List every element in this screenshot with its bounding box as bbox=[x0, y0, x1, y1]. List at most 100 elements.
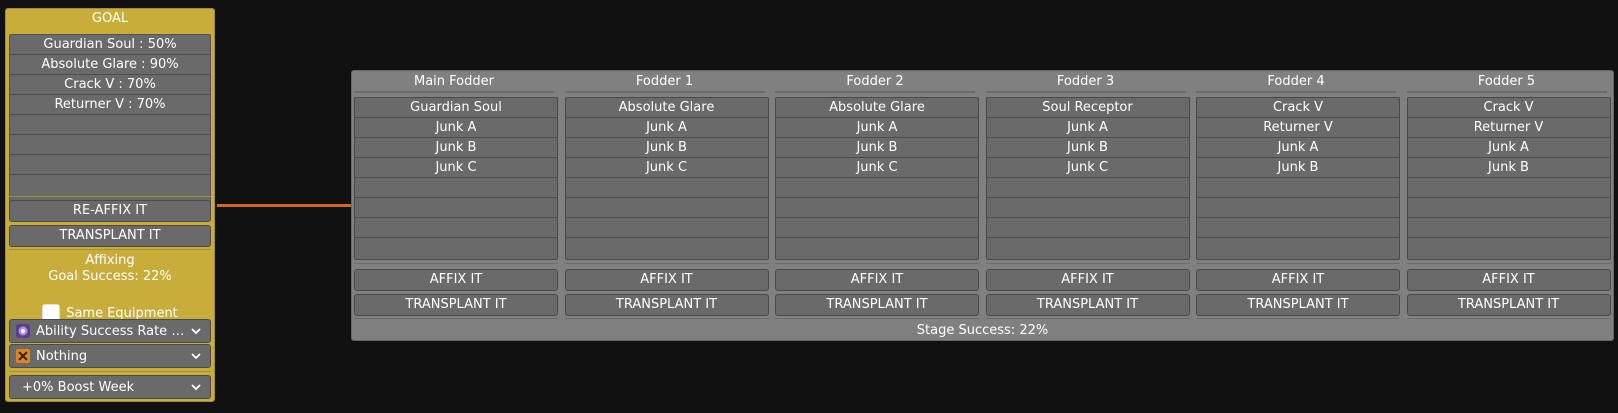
potential-item-value: Nothing bbox=[36, 348, 88, 364]
fodder-slot[interactable]: Junk C bbox=[776, 158, 978, 178]
boost-week-select[interactable]: +0% Boost Week bbox=[9, 375, 211, 399]
fodder-slot[interactable]: Junk B bbox=[776, 138, 978, 158]
divider bbox=[9, 196, 211, 197]
ability-item-select[interactable]: Ability Success Rate +... bbox=[9, 319, 211, 343]
fodder-slot[interactable] bbox=[1407, 178, 1610, 198]
transplant-button[interactable]: TRANSPLANT IT bbox=[354, 294, 558, 316]
fodder-slot[interactable]: Absolute Glare bbox=[776, 98, 978, 118]
divider bbox=[985, 263, 1190, 264]
fodder-slot[interactable]: Junk C bbox=[565, 158, 768, 178]
goal-success-label: Goal Success: 22% bbox=[48, 269, 172, 284]
chevron-down-icon bbox=[191, 353, 201, 360]
goal-slot[interactable]: Guardian Soul : 50% bbox=[10, 35, 210, 55]
divider bbox=[775, 91, 975, 93]
fodder-slot[interactable]: Returner V bbox=[1197, 118, 1399, 138]
fodder-slot[interactable] bbox=[986, 198, 1189, 218]
fodder-slot[interactable]: Junk A bbox=[1407, 138, 1610, 158]
fodder-panel: Main Fodder Guardian Soul Junk A Junk B Junk… bbox=[351, 70, 1614, 341]
fodder-slot[interactable] bbox=[986, 218, 1189, 238]
fodder-slot[interactable] bbox=[776, 178, 978, 198]
divider bbox=[354, 318, 558, 319]
chevron-down-icon bbox=[191, 328, 201, 335]
fodder-slot[interactable]: Crack V bbox=[1197, 98, 1399, 118]
transplant-button[interactable]: TRANSPLANT IT bbox=[564, 294, 769, 316]
mode-label: Affixing bbox=[85, 253, 135, 268]
transplant-button[interactable]: TRANSPLANT IT bbox=[775, 294, 979, 316]
transplant-button[interactable]: TRANSPLANT IT bbox=[1406, 294, 1611, 316]
fodder-header: Fodder 5 bbox=[1477, 74, 1536, 89]
goal-slot[interactable]: Returner V : 70% bbox=[10, 95, 210, 115]
fodder-slot[interactable] bbox=[776, 198, 978, 218]
goal-slot[interactable] bbox=[10, 155, 210, 175]
affix-button[interactable]: AFFIX IT bbox=[564, 269, 769, 291]
affix-button[interactable]: AFFIX IT bbox=[354, 269, 558, 291]
fodder-slot[interactable] bbox=[1197, 178, 1399, 198]
fodder-slot[interactable] bbox=[355, 178, 557, 198]
fodder-slot[interactable] bbox=[566, 238, 768, 258]
divider bbox=[775, 318, 979, 319]
fodder-slot[interactable]: Junk B bbox=[355, 138, 557, 158]
divider bbox=[564, 263, 769, 264]
fodder-slot[interactable] bbox=[565, 178, 768, 198]
affix-button[interactable]: AFFIX IT bbox=[775, 269, 979, 291]
fodder-slot[interactable]: Junk B bbox=[1407, 158, 1610, 178]
fodder-column: Fodder 1 Absolute Glare Junk A Junk B Junk C… bbox=[563, 71, 769, 319]
boost-week-value: +0% Boost Week bbox=[22, 379, 135, 395]
orange-diamond-item-icon bbox=[16, 349, 30, 363]
fodder-header: Fodder 4 bbox=[1267, 74, 1325, 89]
affix-button[interactable]: AFFIX IT bbox=[1406, 269, 1611, 291]
transplant-button[interactable]: TRANSPLANT IT bbox=[1196, 294, 1400, 316]
fodder-slot[interactable]: Junk C bbox=[355, 158, 557, 178]
transplant-button[interactable]: TRANSPLANT IT bbox=[985, 294, 1190, 316]
divider bbox=[354, 91, 554, 93]
goal-slot[interactable]: Absolute Glare : 90% bbox=[10, 55, 210, 75]
fodder-slot[interactable] bbox=[776, 218, 978, 238]
fodder-slot[interactable]: Absolute Glare bbox=[565, 98, 768, 118]
goal-slot[interactable] bbox=[10, 135, 210, 155]
fodder-slot[interactable] bbox=[986, 178, 1189, 198]
fodder-slot[interactable] bbox=[1407, 218, 1610, 238]
potential-item-select[interactable]: Nothing bbox=[9, 344, 211, 368]
connector-line bbox=[217, 204, 351, 207]
fodder-slot[interactable] bbox=[565, 198, 768, 218]
goal-slot[interactable] bbox=[10, 115, 210, 135]
fodder-slot[interactable]: Crack V bbox=[1407, 98, 1610, 118]
fodder-slot-list: Soul Receptor Junk A Junk B Junk C bbox=[985, 97, 1190, 260]
fodder-slot[interactable]: Junk B bbox=[1197, 158, 1399, 178]
fodder-slot[interactable]: Soul Receptor bbox=[986, 98, 1189, 118]
fodder-slot[interactable] bbox=[1197, 218, 1399, 238]
fodder-slot[interactable] bbox=[355, 218, 557, 238]
divider bbox=[985, 91, 1186, 93]
fodder-slot[interactable]: Junk B bbox=[565, 138, 768, 158]
goal-slot[interactable] bbox=[10, 175, 210, 195]
fodder-header: Fodder 2 bbox=[846, 74, 904, 89]
fodder-slot[interactable]: Guardian Soul bbox=[355, 98, 557, 118]
fodder-slot[interactable]: Junk B bbox=[986, 138, 1189, 158]
goal-transplant-button[interactable]: TRANSPLANT IT bbox=[9, 225, 211, 247]
fodder-slot[interactable]: Returner V bbox=[1407, 118, 1610, 138]
fodder-header: Fodder 3 bbox=[1056, 74, 1115, 89]
fodder-slot[interactable]: Junk A bbox=[1197, 138, 1399, 158]
fodder-slot[interactable]: Junk A bbox=[776, 118, 978, 138]
fodder-slot[interactable] bbox=[355, 198, 557, 218]
fodder-slot[interactable]: Junk C bbox=[986, 158, 1189, 178]
fodder-slot[interactable] bbox=[987, 238, 1189, 258]
fodder-slot[interactable] bbox=[1197, 238, 1399, 258]
fodder-column: Fodder 2 Absolute Glare Junk A Junk B Junk C… bbox=[773, 71, 979, 319]
ability-item-value: Ability Success Rate +... bbox=[36, 323, 190, 339]
fodder-slot[interactable]: Junk A bbox=[565, 118, 768, 138]
fodder-slot[interactable] bbox=[1197, 198, 1399, 218]
fodder-slot[interactable] bbox=[776, 238, 978, 258]
ability-boost-item-icon bbox=[16, 324, 30, 338]
fodder-slot[interactable]: Junk A bbox=[986, 118, 1189, 138]
affix-button[interactable]: AFFIX IT bbox=[985, 269, 1190, 291]
goal-slot[interactable]: Crack V : 70% bbox=[10, 75, 210, 95]
fodder-slot[interactable] bbox=[565, 218, 768, 238]
fodder-slot[interactable] bbox=[1407, 198, 1610, 218]
reaffix-button[interactable]: RE-AFFIX IT bbox=[9, 200, 211, 222]
fodder-slot[interactable] bbox=[355, 238, 557, 258]
fodder-slot[interactable] bbox=[1408, 238, 1610, 258]
affix-button[interactable]: AFFIX IT bbox=[1196, 269, 1400, 291]
fodder-slot[interactable]: Junk A bbox=[355, 118, 557, 138]
divider bbox=[1196, 263, 1400, 264]
